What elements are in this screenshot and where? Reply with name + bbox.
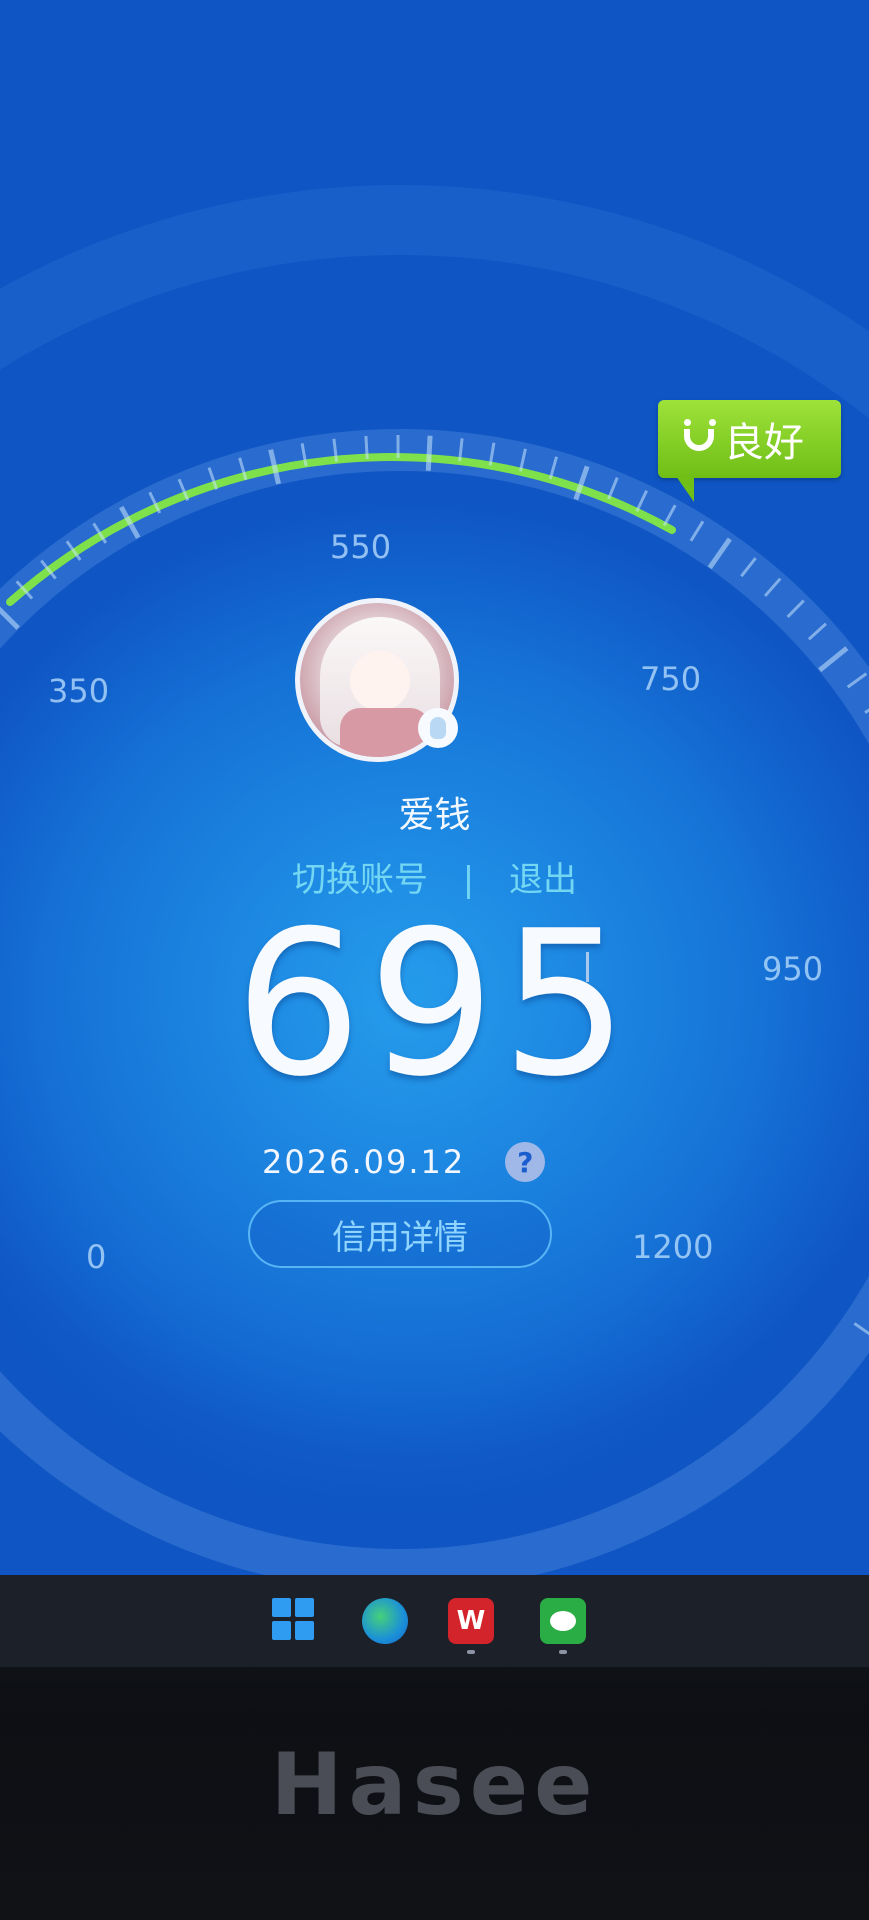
wps-icon[interactable]: W — [448, 1598, 494, 1644]
text-cursor — [586, 952, 589, 982]
status-badge-label: 良好 — [724, 420, 804, 466]
date-row: 2026.09.12 ? — [262, 1142, 546, 1182]
credit-score: 695 — [234, 888, 635, 1121]
dial-tick — [425, 435, 433, 471]
tick-label-550: 550 — [330, 528, 392, 566]
running-indicator — [559, 1650, 567, 1654]
brand-logo: Hasee — [270, 1735, 599, 1835]
taskbar — [0, 1575, 869, 1667]
windows-start-icon[interactable] — [272, 1598, 314, 1640]
credit-detail-button[interactable]: 信用详情 — [248, 1200, 552, 1268]
tick-label-750: 750 — [640, 660, 702, 698]
dial-tick — [364, 435, 369, 460]
qq-penguin-icon — [418, 708, 458, 748]
wechat-icon[interactable] — [540, 1598, 586, 1644]
running-indicator — [467, 1650, 475, 1654]
username: 爱钱 — [398, 795, 471, 836]
tick-label-350: 350 — [48, 672, 110, 710]
score-date: 2026.09.12 — [262, 1143, 466, 1181]
status-badge: 良好 — [658, 400, 841, 502]
smile-icon — [682, 419, 718, 459]
question-icon[interactable]: ? — [505, 1142, 546, 1182]
app-screen: 良好 550 350 750 950 1200 0 150 爱钱 切换账号 | … — [0, 0, 869, 1575]
tick-label-0: 0 — [86, 1238, 107, 1276]
tick-label-1200: 1200 — [632, 1228, 714, 1266]
edge-browser-icon[interactable] — [362, 1598, 408, 1644]
